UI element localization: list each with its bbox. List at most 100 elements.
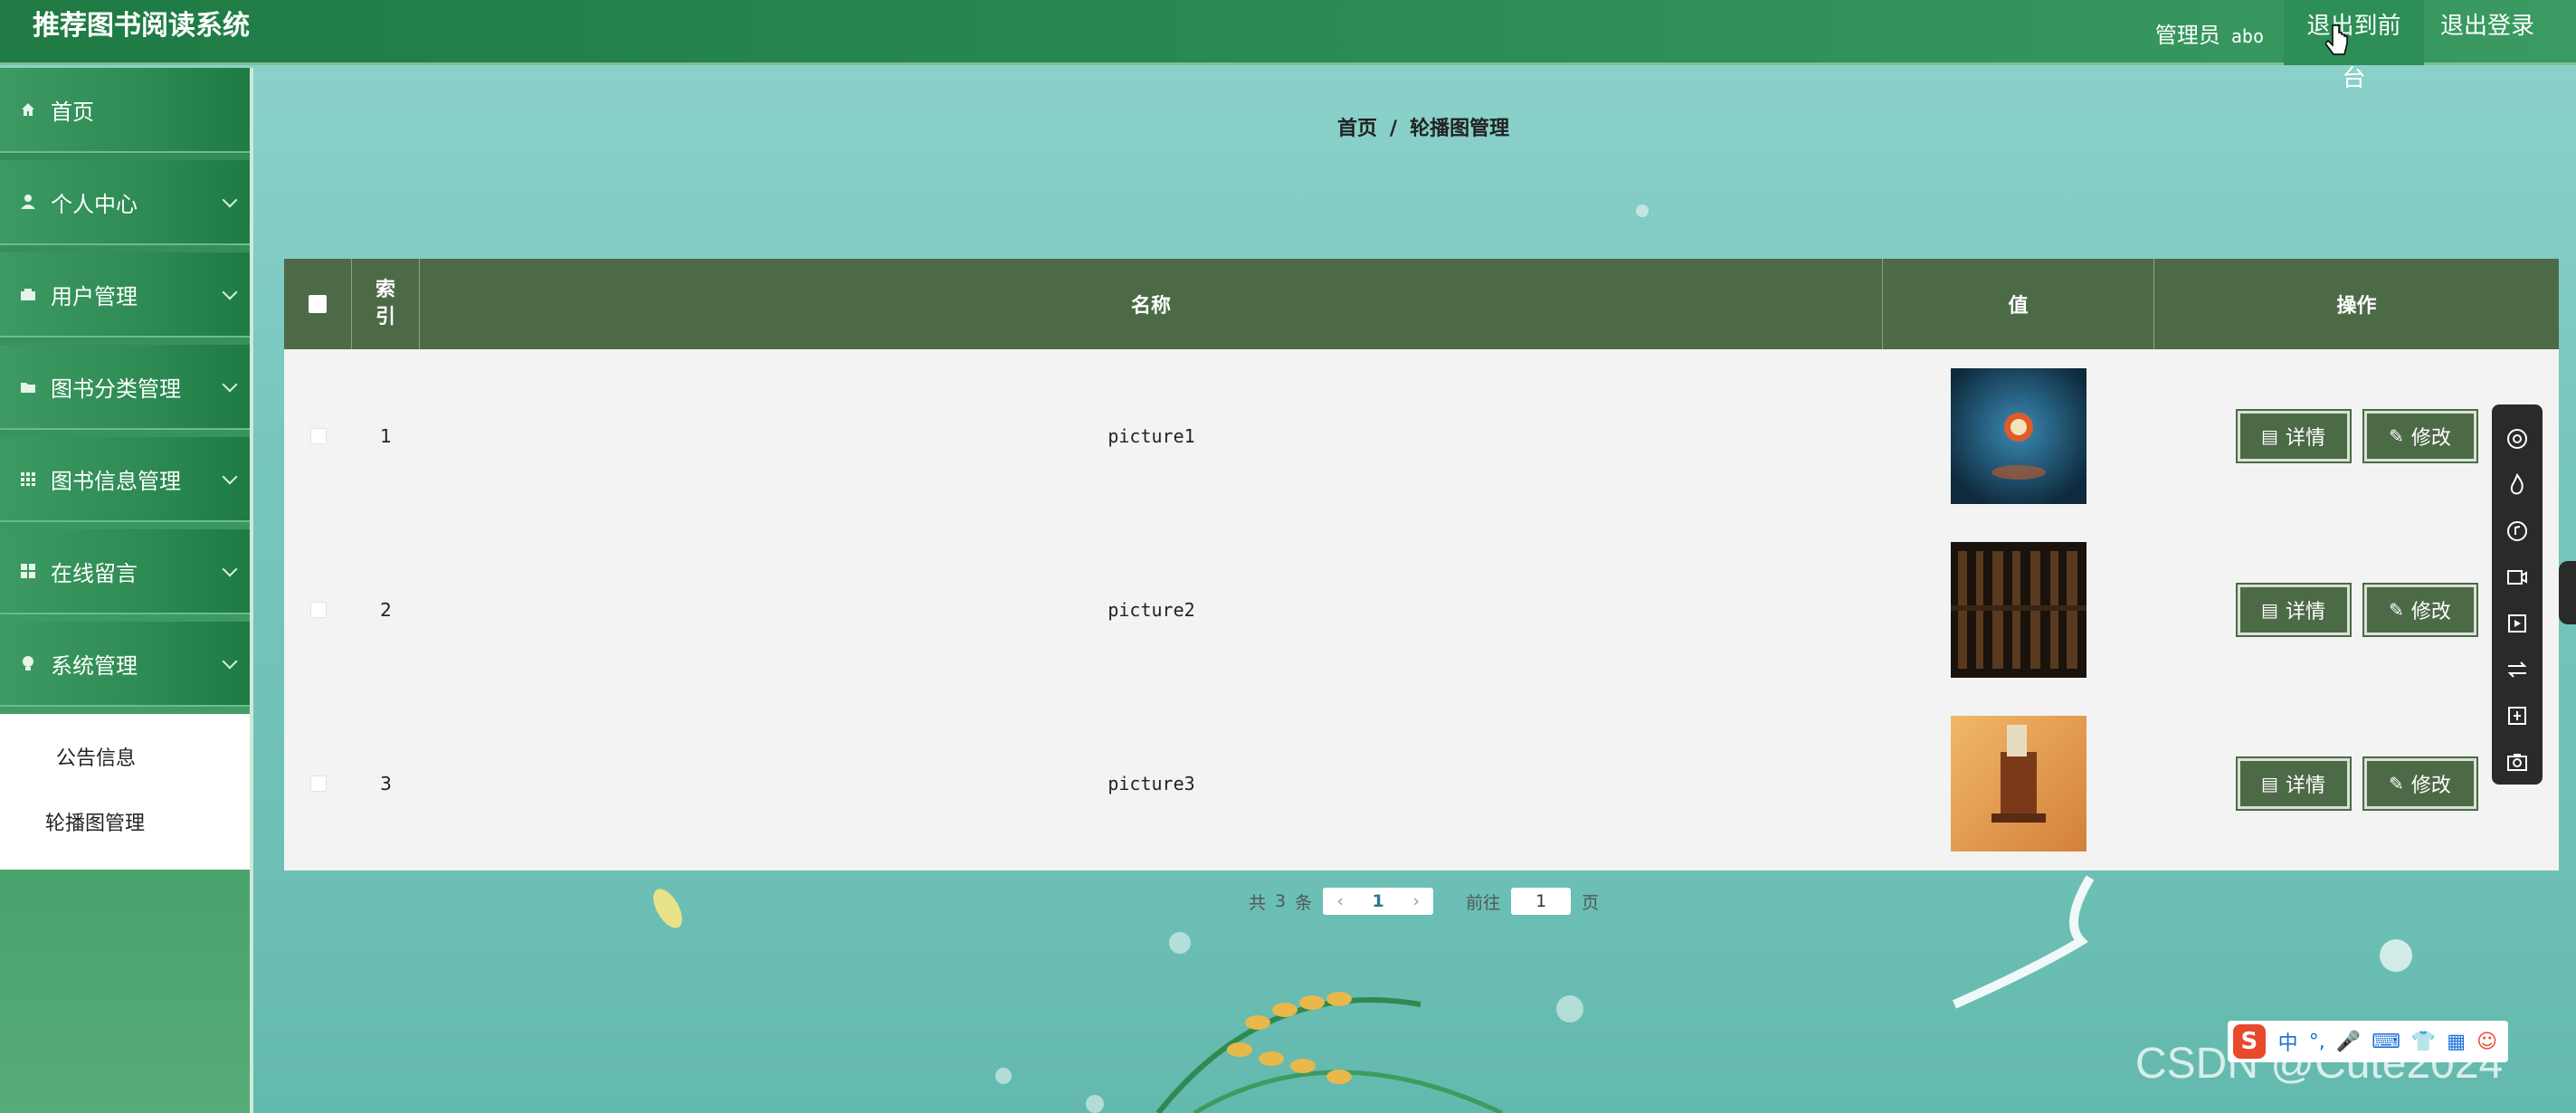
sidebar-item-home[interactable]: 首页: [0, 68, 250, 153]
ime-mode-toggle[interactable]: 中: [2278, 1027, 2298, 1056]
skin-icon[interactable]: 👕: [2411, 1031, 2436, 1053]
swap-icon[interactable]: [2504, 656, 2531, 682]
goto-suffix: 页: [1582, 892, 1600, 913]
document-icon: ▤: [2261, 599, 2278, 621]
home-icon: [22, 103, 34, 116]
music-icon[interactable]: [2504, 518, 2531, 544]
row-name: picture3: [1107, 773, 1195, 794]
system-submenu: 公告信息 轮播图管理: [0, 714, 250, 870]
carousel-thumbnail: [1951, 542, 2086, 678]
row-index: 3: [380, 773, 392, 794]
total-prefix: 共: [1249, 892, 1267, 913]
row-select-cell: [284, 523, 352, 697]
row-select-cell: [284, 697, 352, 870]
table-row: 2 picture2 ▤ 详情 ✎ 修改: [284, 523, 2559, 697]
detail-button[interactable]: ▤ 详情: [2235, 583, 2352, 637]
detail-button-label: 详情: [2285, 601, 2325, 623]
header-actions: 管理员 abo 退出到前台 退出登录: [2155, 0, 2576, 92]
goto-page-input[interactable]: 1: [1511, 888, 1572, 915]
detail-button[interactable]: ▤ 详情: [2235, 756, 2352, 811]
splash-decoration: [1952, 875, 2095, 1009]
edit-button[interactable]: ✎ 修改: [2362, 583, 2478, 637]
table-row: 3 picture3 ▤ 详情 ✎ 修改: [284, 697, 2559, 870]
header-select-cell: [284, 259, 352, 349]
video-record-icon[interactable]: [2504, 564, 2531, 590]
sidebar-item-label: 系统管理: [51, 652, 138, 679]
chevron-down-icon: [222, 469, 238, 485]
search-screen-icon[interactable]: [2504, 425, 2531, 452]
row-name: picture2: [1107, 599, 1195, 621]
play-icon[interactable]: [2504, 610, 2531, 636]
top-header: 推荐图书阅读系统 管理员 abo 退出到前台 退出登录: [0, 0, 2576, 92]
sidebar-item-label: 用户管理: [51, 283, 138, 309]
admin-role-label: 管理员: [2154, 22, 2220, 48]
row-checkbox[interactable]: [309, 602, 327, 618]
sidebar-item-book-category[interactable]: 图书分类管理: [0, 345, 250, 430]
document-icon: ▤: [2261, 425, 2278, 447]
header-index: 索引: [352, 259, 420, 349]
grid-icon: [21, 472, 35, 486]
document-icon: ▤: [2261, 773, 2278, 794]
bokeh-dot: [1086, 1095, 1104, 1113]
breadcrumb-separator: /: [1390, 118, 1398, 140]
select-all-checkbox[interactable]: [309, 295, 327, 313]
row-checkbox[interactable]: [309, 428, 327, 444]
edit-button-label: 修改: [2410, 775, 2451, 797]
apps-icon: [21, 564, 35, 578]
flame-icon[interactable]: [2504, 471, 2531, 498]
sidebar-item-system[interactable]: 系统管理: [0, 622, 250, 707]
current-page-button[interactable]: 1: [1357, 888, 1399, 915]
detail-button[interactable]: ▤ 详情: [2235, 409, 2352, 463]
side-collapse-tab[interactable]: [2559, 561, 2576, 624]
logout-button[interactable]: 退出登录: [2424, 0, 2551, 65]
goto-prefix: 前往: [1466, 892, 1501, 913]
chevron-up-icon: [222, 653, 238, 670]
table-header: 索引 名称 值 操作: [284, 259, 2559, 349]
sidebar-item-profile[interactable]: 个人中心: [0, 160, 250, 245]
user-icon: [21, 195, 35, 209]
submenu-item-announcements[interactable]: 公告信息: [0, 727, 250, 792]
sidebar-item-label: 个人中心: [51, 191, 138, 217]
submenu-item-carousel[interactable]: 轮播图管理: [0, 792, 250, 857]
edit-button-label: 修改: [2410, 601, 2451, 623]
breadcrumb: 首页 / 轮播图管理: [1337, 112, 1509, 141]
row-checkbox[interactable]: [309, 775, 327, 792]
screenshot-icon[interactable]: [2504, 702, 2531, 728]
pagination: 共 3 条 ‹ 1 › 前往 1 页: [1249, 887, 1599, 916]
ime-punct-toggle[interactable]: °,: [2309, 1031, 2325, 1053]
row-value: [1883, 697, 2154, 870]
row-index: 2: [380, 599, 392, 621]
edit-button[interactable]: ✎ 修改: [2362, 756, 2478, 811]
sogou-logo-icon[interactable]: S: [2233, 1024, 2266, 1059]
breadcrumb-home[interactable]: 首页: [1337, 118, 1377, 140]
header-name: 名称: [420, 259, 1883, 349]
exit-to-front-button[interactable]: 退出到前台: [2283, 0, 2424, 92]
sidebar-item-messages[interactable]: 在线留言: [0, 529, 250, 614]
apps-grid-icon[interactable]: ▦: [2447, 1031, 2466, 1053]
brand-title: 推荐图书阅读系统: [33, 10, 250, 42]
next-page-button[interactable]: ›: [1399, 888, 1433, 915]
camera-icon[interactable]: [2504, 748, 2531, 775]
page-buttons: ‹ 1 ›: [1323, 888, 1434, 915]
emoji-icon[interactable]: ☺: [2476, 1031, 2497, 1053]
row-name: picture1: [1107, 425, 1195, 447]
sidebar: 首页 个人中心 用户管理 图书分类管理 图书信息管理 在线留言 系统管理 公告信…: [0, 68, 253, 1113]
pencil-icon: ✎: [2389, 425, 2404, 447]
folder-icon: [21, 383, 35, 393]
floating-toolbar: [2492, 404, 2543, 785]
carousel-thumbnail: [1951, 716, 2086, 851]
header-index-label: 索引: [375, 279, 395, 328]
admin-info: 管理员 abo: [2155, 17, 2264, 49]
carousel-thumbnail: [1951, 368, 2086, 504]
users-icon: [21, 289, 35, 300]
sidebar-item-book-info[interactable]: 图书信息管理: [0, 437, 250, 522]
edit-button[interactable]: ✎ 修改: [2362, 409, 2478, 463]
bulb-icon: [23, 656, 33, 671]
row-index: 1: [380, 425, 392, 447]
sidebar-item-users[interactable]: 用户管理: [0, 252, 250, 338]
prev-page-button[interactable]: ‹: [1323, 888, 1357, 915]
keyboard-icon[interactable]: ⌨: [2372, 1031, 2400, 1053]
chevron-down-icon: [222, 192, 238, 208]
microphone-icon[interactable]: 🎤: [2336, 1031, 2361, 1053]
sidebar-item-label: 首页: [51, 99, 94, 125]
